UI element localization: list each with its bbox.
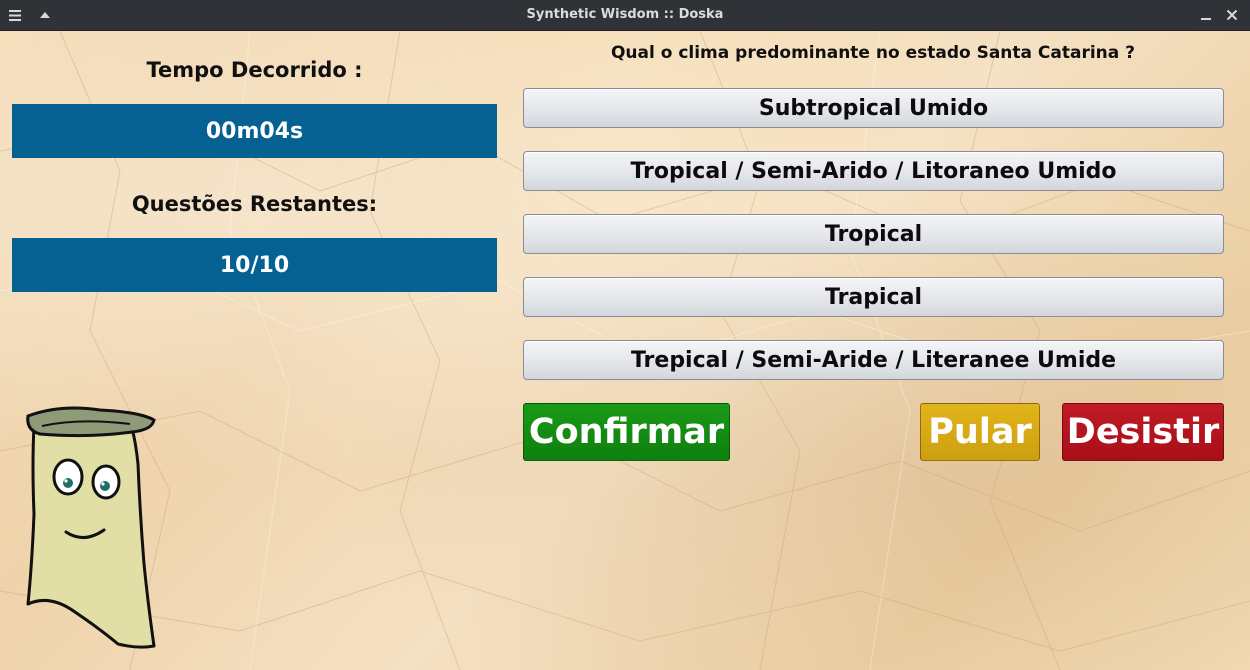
elapsed-time-label: Tempo Decorrido : [146, 58, 363, 82]
give-up-button[interactable]: Desistir [1062, 403, 1224, 461]
close-icon[interactable] [1222, 5, 1242, 25]
scroll-mascot-icon [20, 404, 165, 649]
confirm-button[interactable]: Confirmar [523, 403, 730, 461]
window-title: Synthetic Wisdom :: Doska [526, 7, 724, 22]
answer-option-4[interactable]: Trapical [523, 277, 1224, 317]
remaining-questions-value: 10/10 [12, 238, 497, 292]
answer-option-1[interactable]: Subtropical Umido [523, 88, 1224, 128]
skip-button[interactable]: Pular [920, 403, 1040, 461]
answer-option-5[interactable]: Trepical / Semi-Aride / Literanee Umide [523, 340, 1224, 380]
elapsed-time-value: 00m04s [12, 104, 497, 158]
window-titlebar: Synthetic Wisdom :: Doska [0, 0, 1250, 31]
remaining-questions-label: Questões Restantes: [131, 192, 378, 216]
question-text: Qual o clima predominante no estado Sant… [610, 43, 1136, 63]
answer-option-2[interactable]: Tropical / Semi-Arido / Litoraneo Umido [523, 151, 1224, 191]
minimize-icon[interactable] [1196, 5, 1216, 25]
answer-option-3[interactable]: Tropical [523, 214, 1224, 254]
